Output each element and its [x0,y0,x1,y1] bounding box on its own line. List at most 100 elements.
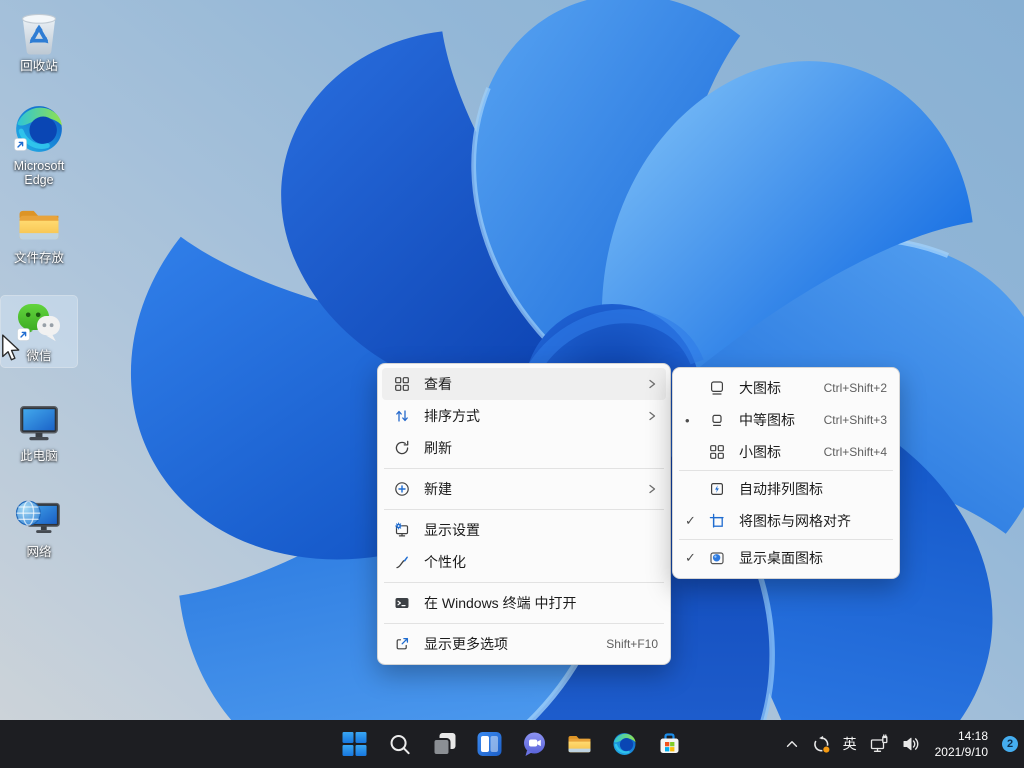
menu-item-label: 显示更多选项 [424,634,508,654]
menu-item-display-settings[interactable]: 显示设置 [382,514,666,546]
check-marker: ✓ [685,550,705,566]
menu-separator [384,623,664,624]
network-tray-icon[interactable] [869,734,889,754]
desktop-icon-network[interactable]: 网络 [1,488,77,563]
menu-item-view[interactable]: 查看 [382,368,666,400]
submenu-item-label: 自动排列图标 [739,479,823,499]
windows-update-icon[interactable] [812,735,831,754]
clock-time: 14:18 [935,728,988,744]
desktop-icon-label: Microsoft Edge [2,159,76,188]
menu-separator [679,470,893,471]
submenu-item-label: 小图标 [739,442,781,462]
chevron-right-icon [646,378,658,390]
chat-icon [522,731,548,757]
chevron-up-icon[interactable] [784,736,800,752]
submenu-item-shortcut: Ctrl+Shift+3 [814,413,887,427]
menu-item-sort-by[interactable]: 排序方式 [382,400,666,432]
submenu-item-auto-arrange[interactable]: 自动排列图标 [677,473,895,505]
input-language-indicator[interactable]: 英 [843,734,857,754]
submenu-item-small-icons[interactable]: 小图标 Ctrl+Shift+4 [677,436,895,468]
chevron-right-icon [646,483,658,495]
submenu-item-label: 将图标与网格对齐 [739,511,851,531]
submenu-item-shortcut: Ctrl+Shift+4 [814,445,887,459]
folder-icon [16,202,62,248]
desktop-icon-microsoft-edge[interactable]: Microsoft Edge [1,98,77,192]
desktop-icon-files-folder[interactable]: 文件存放 [1,198,77,269]
clock[interactable]: 14:18 2021/9/10 [935,728,988,760]
submenu-item-medium-icons[interactable]: • 中等图标 Ctrl+Shift+3 [677,404,895,436]
auto-arrange-icon [708,480,726,498]
clock-date: 2021/9/10 [935,744,988,760]
widgets-icon [477,731,503,757]
task-view-icon [432,731,458,757]
menu-item-label: 排序方式 [424,406,480,426]
menu-item-label: 个性化 [424,552,466,572]
menu-item-show-more-options[interactable]: 显示更多选项 Shift+F10 [382,628,666,660]
desktop-icon-label: 微信 [26,349,51,363]
sort-icon [393,407,411,425]
chat-button[interactable] [521,730,549,758]
start-icon [342,731,368,757]
desktop-icon-recycle-bin[interactable]: 回收站 [1,6,77,77]
edge-icon [12,102,66,156]
new-plus-icon [393,480,411,498]
search-icon [387,732,412,757]
menu-separator [679,539,893,540]
desktop-icon-label: 文件存放 [14,251,64,265]
view-submenu: 大图标 Ctrl+Shift+2 • 中等图标 Ctrl+Shift+3 小图标… [672,367,900,579]
check-marker: ✓ [685,513,705,529]
menu-item-new[interactable]: 新建 [382,473,666,505]
display-settings-icon [393,521,411,539]
context-menu: 查看 排序方式 刷新 [377,363,671,665]
menu-separator [384,468,664,469]
start-button[interactable] [341,730,369,758]
desktop-icon-label: 回收站 [20,59,58,73]
menu-item-personalize[interactable]: 个性化 [382,546,666,578]
menu-item-label: 新建 [424,479,452,499]
radio-marker: • [685,413,705,428]
personalize-brush-icon [393,553,411,571]
submenu-item-label: 大图标 [739,378,781,398]
search-button[interactable] [386,730,414,758]
submenu-item-show-desktop-icons[interactable]: ✓ 显示桌面图标 [677,542,895,574]
menu-item-label: 显示设置 [424,520,480,540]
medium-icons-icon [708,411,726,429]
task-view-button[interactable] [431,730,459,758]
desktop-icon-this-pc[interactable]: 此电脑 [1,396,77,467]
submenu-item-large-icons[interactable]: 大图标 Ctrl+Shift+2 [677,372,895,404]
submenu-item-label: 中等图标 [739,410,795,430]
menu-item-refresh[interactable]: 刷新 [382,432,666,464]
recycle-bin-icon [16,10,62,56]
align-grid-icon [708,512,726,530]
file-explorer-icon [567,731,593,757]
desktop-icon-label: 网络 [26,545,51,559]
volume-icon[interactable] [901,734,921,754]
desktop-icon-label: 此电脑 [20,449,58,463]
notification-badge[interactable]: 2 [1002,736,1018,752]
view-grid-icon [393,375,411,393]
more-options-icon [393,635,411,653]
menu-item-label: 刷新 [424,438,452,458]
windows-desktop: 回收站 [0,0,1024,768]
widgets-button[interactable] [476,730,504,758]
system-tray: 英 14:18 2021/9/10 2 [784,720,1018,768]
network-icon [14,492,64,542]
chevron-right-icon [646,410,658,422]
this-pc-icon [16,400,62,446]
store-icon [657,731,683,757]
store-button[interactable] [656,730,684,758]
menu-item-open-windows-terminal[interactable]: 在 Windows 终端 中打开 [382,587,666,619]
refresh-icon [393,439,411,457]
large-icons-icon [708,379,726,397]
taskbar: 英 14:18 2021/9/10 2 [0,720,1024,768]
small-icons-icon [708,443,726,461]
edge-button[interactable] [611,730,639,758]
submenu-item-label: 显示桌面图标 [739,548,823,568]
submenu-item-align-to-grid[interactable]: ✓ 将图标与网格对齐 [677,505,895,537]
file-explorer-button[interactable] [566,730,594,758]
show-desktop-icons-icon [708,549,726,567]
edge-icon [612,731,638,757]
terminal-icon [393,594,411,612]
menu-item-shortcut: Shift+F10 [596,637,658,651]
submenu-item-shortcut: Ctrl+Shift+2 [814,381,887,395]
